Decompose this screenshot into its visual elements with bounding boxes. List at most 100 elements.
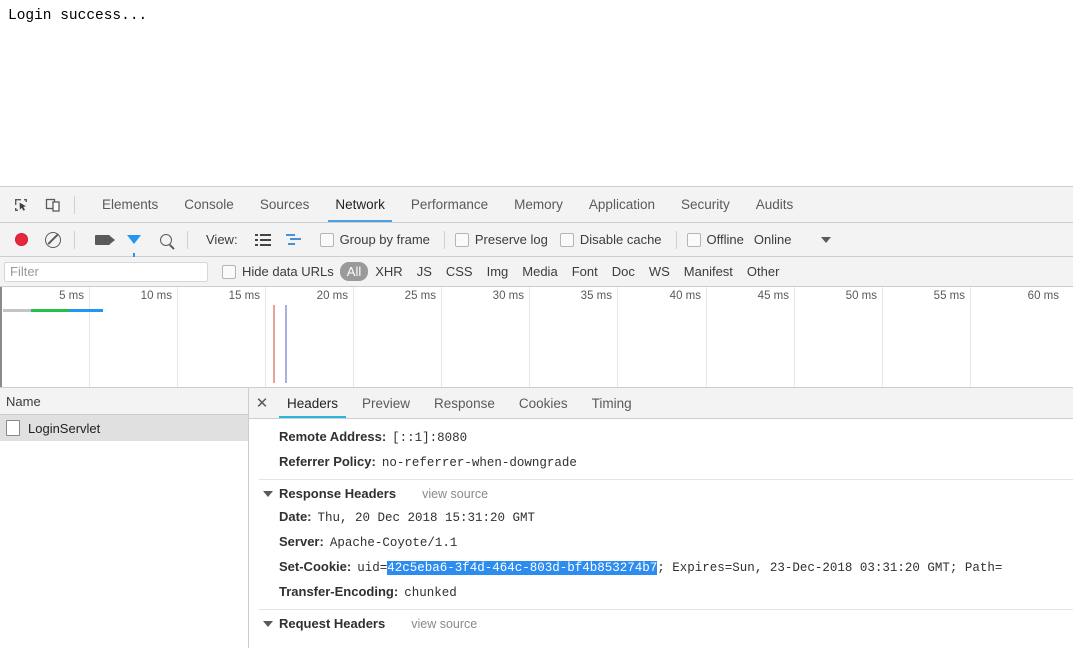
search-button[interactable] [153, 227, 179, 253]
filter-type-other[interactable]: Other [740, 262, 787, 281]
search-input[interactable] [4, 261, 208, 282]
offline-box [686, 232, 701, 247]
group-by-frame-checkbox[interactable]: Group by frame [319, 232, 430, 247]
toolbar-divider-5 [675, 230, 677, 249]
tab-cookies[interactable]: Cookies [507, 388, 580, 418]
overview-left-handle[interactable] [0, 287, 2, 387]
tab-timing[interactable]: Timing [580, 388, 644, 418]
tick-label-5ms: 5 ms [59, 290, 84, 302]
remote-address-value: [::1]:8080 [392, 431, 468, 445]
header-row-referrer-policy: Referrer Policy: no-referrer-when-downgr… [259, 450, 1073, 475]
tab-memory[interactable]: Memory [501, 187, 576, 222]
network-toolbar: View: Group by frame Preserve log Disabl… [0, 223, 1073, 258]
table-row[interactable]: LoginServlet [0, 415, 248, 441]
bar-segment-queueing [3, 309, 31, 312]
disable-cache-checkbox[interactable]: Disable cache [559, 232, 662, 247]
page-body-text: Login success... [8, 8, 148, 24]
date-value: Thu, 20 Dec 2018 15:31:20 GMT [317, 511, 536, 525]
request-headers-section[interactable]: Request Headers view source [259, 609, 1073, 635]
tab-timing-label: Timing [591, 395, 632, 411]
response-headers-section[interactable]: Response Headers view source [259, 479, 1073, 505]
resource-type-filters: All XHR JS CSS Img Media Font Doc WS Man… [339, 262, 787, 281]
headers-content[interactable]: Remote Address: [::1]:8080 Referrer Poli… [249, 419, 1073, 648]
tab-performance[interactable]: Performance [398, 187, 501, 222]
set-cookie-prefix: uid= [357, 561, 388, 575]
view-source-request-link[interactable]: view source [411, 617, 477, 631]
inspect-element-icon[interactable] [8, 192, 34, 218]
network-overview-timeline[interactable]: 5 ms 10 ms 15 ms 20 ms 25 ms 30 ms 35 ms… [0, 287, 1073, 388]
request-detail-panel: ✕ Headers Preview Response Cookies Timin… [249, 388, 1073, 648]
disable-cache-box [559, 232, 574, 247]
preserve-log-checkbox[interactable]: Preserve log [454, 232, 548, 247]
view-source-response-link[interactable]: view source [422, 487, 488, 501]
network-bottom-split: Name LoginServlet ✕ Headers Preview Resp… [0, 388, 1073, 648]
tab-performance-label: Performance [410, 197, 489, 212]
view-list-button[interactable] [250, 227, 276, 253]
document-icon [6, 420, 20, 436]
tab-headers[interactable]: Headers [275, 388, 350, 418]
offline-checkbox[interactable]: Offline [686, 232, 744, 247]
view-label: View: [206, 232, 238, 247]
hide-data-urls-checkbox[interactable]: Hide data URLs [222, 264, 334, 279]
filter-type-img[interactable]: Img [480, 262, 516, 281]
date-label: Date: [279, 509, 312, 524]
throttling-select[interactable]: Online [754, 232, 792, 247]
filter-type-all[interactable]: All [339, 262, 369, 281]
set-cookie-value[interactable]: uid=42c5eba6-3f4d-464c-803d-bf4b853274b7… [357, 559, 1002, 578]
bar-segment-waiting [31, 309, 69, 312]
chevron-down-icon[interactable] [821, 236, 832, 243]
funnel-icon [127, 235, 141, 258]
page-viewport: Login success... [0, 0, 1073, 186]
filter-type-doc[interactable]: Doc [605, 262, 642, 281]
tick-label-55ms: 55 ms [933, 290, 965, 302]
tab-application[interactable]: Application [576, 187, 668, 222]
tab-audits[interactable]: Audits [743, 187, 807, 222]
camera-icon [94, 234, 115, 245]
devtools-tabbar: Elements Console Sources Network Perform… [0, 187, 1073, 223]
filter-toggle-button[interactable] [121, 227, 147, 258]
record-icon [14, 233, 28, 246]
header-row-set-cookie: Set-Cookie: uid=42c5eba6-3f4d-464c-803d-… [259, 555, 1073, 580]
chevron-down-icon-request[interactable] [263, 620, 273, 627]
capture-screenshots-button[interactable] [89, 227, 115, 253]
filter-type-ws[interactable]: WS [642, 262, 677, 281]
tab-audits-label: Audits [755, 197, 794, 212]
view-waterfall-button[interactable] [282, 227, 308, 253]
filter-type-css[interactable]: CSS [439, 262, 480, 281]
network-filter-bar: Hide data URLs All XHR JS CSS Img Media … [0, 257, 1073, 287]
tab-response[interactable]: Response [422, 388, 507, 418]
filter-type-js[interactable]: JS [410, 262, 439, 281]
group-by-frame-box [319, 232, 334, 247]
dom-content-loaded-marker [273, 305, 275, 383]
tab-application-label: Application [588, 197, 655, 212]
tab-response-label: Response [434, 395, 495, 411]
tab-sources-label: Sources [259, 197, 310, 212]
tick-label-30ms: 30 ms [492, 290, 524, 302]
tab-sources[interactable]: Sources [247, 187, 323, 222]
tick-label-25ms: 25 ms [404, 290, 436, 302]
tab-security[interactable]: Security [668, 187, 743, 222]
toolbar-divider-3 [187, 230, 188, 249]
tick-label-20ms: 20 ms [316, 290, 348, 302]
chevron-down-icon-response[interactable] [263, 490, 273, 497]
tab-network[interactable]: Network [322, 187, 398, 222]
filter-type-media[interactable]: Media [515, 262, 564, 281]
offline-label: Offline [706, 232, 744, 247]
clear-button[interactable] [40, 227, 66, 253]
referrer-policy-label: Referrer Policy: [279, 454, 376, 469]
tab-console[interactable]: Console [171, 187, 247, 222]
header-row-transfer-encoding: Transfer-Encoding: chunked [259, 580, 1073, 605]
record-button[interactable] [8, 227, 34, 253]
tick-label-60ms: 60 ms [1027, 290, 1059, 302]
toolbar-divider [74, 195, 75, 214]
requests-column-header[interactable]: Name [0, 388, 248, 415]
group-by-frame-label: Group by frame [339, 232, 430, 247]
referrer-policy-value: no-referrer-when-downgrade [381, 456, 577, 470]
filter-type-manifest[interactable]: Manifest [677, 262, 740, 281]
device-toolbar-icon[interactable] [40, 192, 66, 218]
tab-preview[interactable]: Preview [350, 388, 422, 418]
close-icon[interactable]: ✕ [249, 388, 275, 418]
filter-type-xhr[interactable]: XHR [368, 262, 409, 281]
tab-elements[interactable]: Elements [89, 187, 171, 222]
filter-type-font[interactable]: Font [565, 262, 605, 281]
